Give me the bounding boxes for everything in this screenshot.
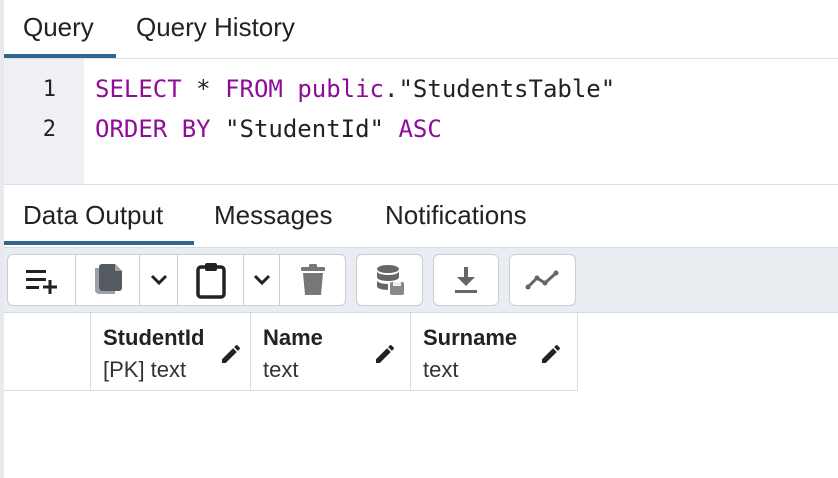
download-group (433, 254, 499, 306)
code-line[interactable]: ORDER BY "StudentId" ASC (95, 115, 442, 143)
tab-data-output[interactable]: Data Output (23, 200, 163, 231)
download-button[interactable] (434, 255, 498, 305)
line-number-gutter: 1 2 (4, 59, 84, 185)
sql-text: * (181, 75, 226, 103)
sql-keyword: ASC (398, 115, 442, 143)
sql-editor[interactable]: 1 2 SELECT * FROM public."StudentsTable"… (4, 58, 838, 185)
data-toolbar (4, 247, 838, 313)
pencil-icon[interactable] (373, 342, 397, 366)
graph-icon (525, 270, 558, 290)
add-row-icon (25, 270, 57, 294)
paste-icon (195, 263, 226, 299)
code-line[interactable]: SELECT * FROM public."StudentsTable" (95, 75, 615, 103)
paste-button[interactable] (178, 255, 244, 305)
chevron-down-icon (150, 274, 167, 286)
output-tabs: Data Output Messages Notifications (4, 185, 838, 247)
chevron-down-icon (253, 274, 270, 286)
column-type: text (263, 357, 299, 382)
copy-options-dropdown[interactable] (140, 255, 178, 305)
delete-button[interactable] (280, 255, 345, 305)
pencil-icon[interactable] (539, 342, 563, 366)
sql-keyword: ORDER BY (95, 115, 211, 143)
save-data-group (356, 254, 423, 306)
copy-icon (94, 264, 122, 294)
graph-button[interactable] (510, 255, 575, 305)
data-grid: StudentId [PK] text Name text Surname te… (4, 313, 838, 478)
column-name: StudentId (103, 325, 205, 350)
pencil-icon[interactable] (219, 342, 243, 366)
query-tabs: Query Query History (4, 0, 838, 58)
row-number-header (4, 313, 91, 391)
column-type: text (423, 357, 459, 382)
line-number: 2 (42, 117, 56, 142)
sql-text: ."StudentsTable" (384, 75, 616, 103)
column-header-surname[interactable]: Surname text (411, 313, 578, 391)
column-name: Name (263, 325, 323, 350)
tab-notifications[interactable]: Notifications (385, 200, 527, 231)
sql-keyword: FROM (225, 75, 283, 103)
column-header-name[interactable]: Name text (251, 313, 411, 391)
save-data-icon (376, 265, 404, 295)
delete-icon (300, 264, 325, 295)
sql-keyword: SELECT (95, 75, 182, 103)
tab-messages[interactable]: Messages (214, 200, 333, 231)
active-tab-indicator (4, 241, 194, 245)
paste-options-dropdown[interactable] (244, 255, 280, 305)
tab-query[interactable]: Query (23, 12, 94, 43)
sql-keyword: public (297, 75, 385, 103)
save-data-button[interactable] (357, 255, 422, 305)
download-icon (455, 267, 477, 293)
add-row-button[interactable] (8, 255, 76, 305)
column-header-studentid[interactable]: StudentId [PK] text (91, 313, 251, 391)
tab-query-history[interactable]: Query History (136, 12, 295, 43)
column-name: Surname (423, 325, 518, 350)
column-type: [PK] text (103, 357, 187, 382)
graph-group (509, 254, 576, 306)
line-number: 1 (42, 77, 56, 102)
sql-text: "StudentId" (210, 115, 399, 143)
edit-button-group (7, 254, 346, 306)
copy-button[interactable] (76, 255, 140, 305)
